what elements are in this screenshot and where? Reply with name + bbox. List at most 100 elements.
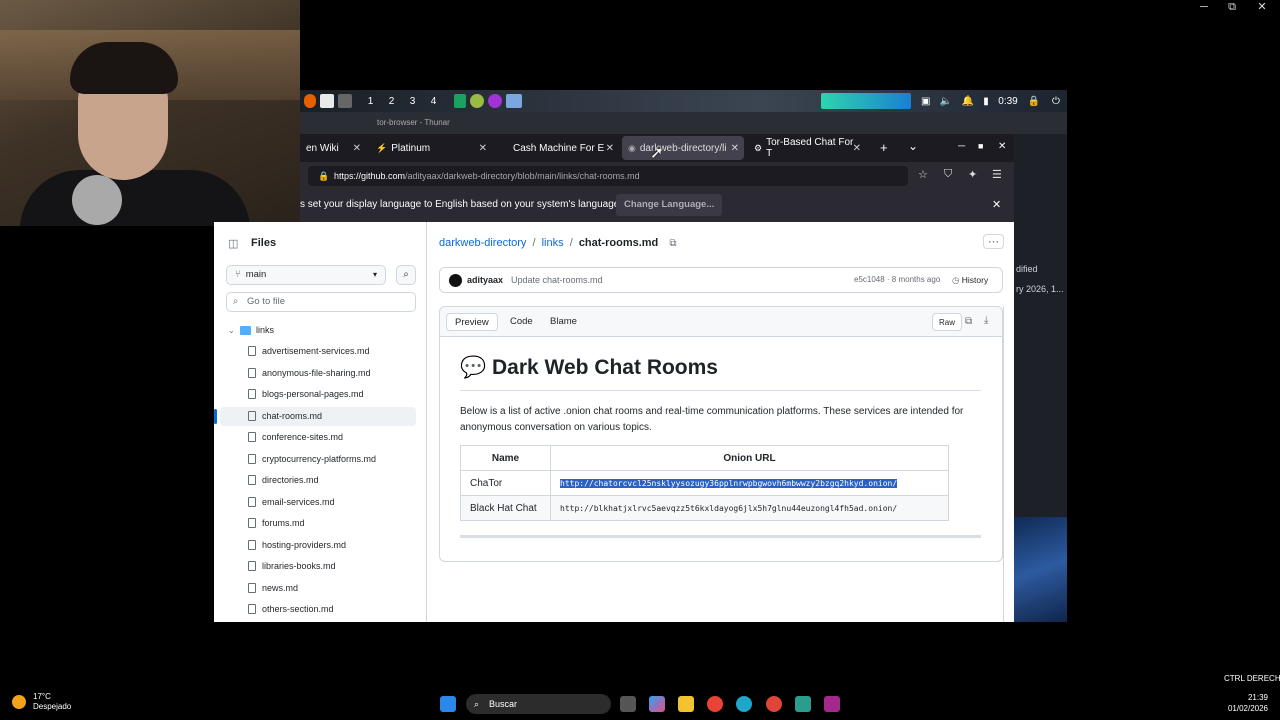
app-icon[interactable]	[795, 696, 811, 712]
bell-icon[interactable]: 🔔	[957, 96, 979, 107]
commit-author[interactable]: adityaax	[467, 268, 503, 292]
copilot-icon[interactable]	[649, 696, 665, 712]
commit-message[interactable]: Update chat-rooms.md	[511, 268, 603, 292]
tab-code[interactable]: Code	[502, 313, 541, 331]
lock-icon[interactable]: 🔒	[1023, 96, 1045, 107]
workspace-3[interactable]: 3	[402, 96, 423, 107]
workspace-4[interactable]: 4	[423, 96, 444, 107]
files-icon[interactable]	[506, 94, 522, 108]
taskbar-search[interactable]: ⌕ Buscar	[466, 694, 611, 714]
close-icon[interactable]: ✕	[731, 143, 739, 154]
tree-file-item[interactable]: forums.md	[220, 514, 416, 533]
chrome-icon[interactable]	[707, 696, 723, 712]
raw-button[interactable]: Raw	[932, 313, 963, 331]
minimize-icon[interactable]: ─	[1190, 0, 1218, 14]
new-tab-button[interactable]: +	[880, 140, 888, 155]
tree-file-item[interactable]: libraries-books.md	[220, 557, 416, 576]
lock-icon: 🔒	[318, 171, 330, 181]
tree-file-item[interactable]: directories.md	[220, 471, 416, 490]
tab-platinum[interactable]: ⚡ Platinum ✕	[368, 136, 492, 160]
terminal-icon[interactable]	[320, 94, 334, 108]
tree-file-item[interactable]: email-services.md	[220, 493, 416, 512]
change-language-button[interactable]: Change Language...	[616, 194, 723, 216]
tree-file-item[interactable]: hosting-providers.md	[220, 536, 416, 555]
tor-browser-icon[interactable]	[488, 94, 502, 108]
close-icon[interactable]: ✕	[998, 141, 1006, 152]
tree-file-item[interactable]: blogs-personal-pages.md	[220, 385, 416, 404]
file-icon	[248, 453, 256, 464]
tab-preview[interactable]: Preview	[446, 313, 498, 331]
close-icon[interactable]: ✕	[853, 143, 861, 154]
cpu-graph	[821, 93, 911, 109]
commit-meta[interactable]: e5c1048 · 8 months ago	[854, 268, 940, 292]
workspace-1[interactable]: 1	[360, 96, 381, 107]
close-icon[interactable]: ✕	[479, 143, 487, 154]
window-icon[interactable]: ▣	[921, 96, 935, 107]
menu-icon[interactable]: ☰	[992, 168, 1002, 181]
bookmark-icon[interactable]: ☆	[918, 168, 928, 181]
minimize-icon[interactable]: ─	[958, 141, 965, 152]
download-icon[interactable]: ⤓	[984, 315, 988, 326]
system-clock[interactable]: 21:39 01/02/2026	[1212, 692, 1268, 714]
app-icon-green[interactable]	[454, 94, 466, 108]
tree-file-item[interactable]: cryptocurrency-platforms.md	[220, 450, 416, 469]
file-name: news.md	[262, 582, 299, 593]
close-icon[interactable]: ✕	[353, 143, 361, 154]
tree-file-item[interactable]: chat-rooms.md	[214, 406, 416, 426]
restore-icon[interactable]: ⧉	[1218, 0, 1246, 14]
maximize-icon[interactable]: ■	[978, 141, 983, 151]
go-to-file-input[interactable]: ⌕ Go to file	[226, 292, 416, 312]
tab-label: Platinum	[391, 142, 431, 154]
tab-list-button[interactable]: ⌄	[908, 139, 918, 153]
tab-wiki[interactable]: en Wiki ✕	[300, 136, 366, 160]
close-icon[interactable]: ✕	[1248, 0, 1276, 14]
search-button[interactable]: ⌕	[396, 265, 416, 285]
sidebar-toggle-icon[interactable]: ◫	[228, 237, 238, 250]
address-bar[interactable]: 🔒 https://github.com/adityaax/darkweb-di…	[308, 166, 908, 186]
close-icon[interactable]: ✕	[606, 143, 614, 154]
workspace-2[interactable]: 2	[381, 96, 402, 107]
onion-url[interactable]: http://blkhatjxlrvc5aevqzz5t6kxldayog6jl…	[560, 504, 897, 513]
folder-links[interactable]: ⌄ links	[220, 321, 416, 340]
close-icon[interactable]: ✕	[992, 190, 1001, 220]
breadcrumb-repo[interactable]: darkweb-directory	[439, 237, 526, 249]
power-icon[interactable]: ⏻	[1045, 96, 1067, 107]
tree-file-item[interactable]: advertisement-services.md	[220, 342, 416, 361]
row-url[interactable]: http://chatorcvcl25nsklyysozugy36pplnrwp…	[550, 470, 949, 496]
task-view-icon[interactable]	[620, 696, 636, 712]
battery-icon[interactable]: ▮	[979, 96, 993, 107]
tree-file-item[interactable]: anonymous-file-sharing.md	[220, 364, 416, 383]
table-row: Black Hat Chat http://blkhatjxlrvc5aevqz…	[460, 495, 949, 521]
history-button[interactable]: ◷ History	[952, 268, 988, 292]
windows-start-icon[interactable]	[440, 696, 456, 712]
search-icon: ⌕	[403, 269, 409, 280]
app-icon-multi[interactable]	[470, 94, 484, 108]
breadcrumb-dir[interactable]: links	[542, 237, 564, 249]
tab-cash-machine[interactable]: Cash Machine For E ✕	[507, 136, 619, 160]
gear-icon: ⚙	[754, 142, 763, 153]
folder-icon[interactable]	[338, 94, 352, 108]
row-url[interactable]: http://blkhatjxlrvc5aevqzz5t6kxldayog6jl…	[550, 495, 949, 521]
edge-icon[interactable]	[736, 696, 752, 712]
branch-icon: ⑂	[235, 269, 241, 280]
more-options-icon[interactable]: ⋯	[983, 234, 1004, 249]
active-app-icon[interactable]	[824, 696, 840, 712]
tab-tor-chat[interactable]: ⚙ Tor-Based Chat For T ✕	[748, 136, 866, 160]
onion-table: Name Onion URL ChaTor http://chatorcvcl2…	[460, 445, 949, 521]
settings-icon[interactable]	[766, 696, 782, 712]
onion-url-highlighted[interactable]: http://chatorcvcl25nsklyysozugy36pplnrwp…	[560, 478, 898, 488]
heading-rule	[460, 390, 981, 391]
shield-icon[interactable]: ⛉	[944, 168, 952, 181]
tor-circuit-icon[interactable]: ✦	[968, 168, 977, 181]
tree-file-item[interactable]: others-section.md	[220, 600, 416, 619]
copy-icon[interactable]: ⧉	[965, 316, 972, 327]
branch-selector[interactable]: ⑂ main ▾	[226, 265, 386, 285]
tree-file-item[interactable]: news.md	[220, 579, 416, 598]
tab-darkweb-directory[interactable]: ◉ darkweb-directory/li ✕	[622, 136, 744, 160]
tab-blame[interactable]: Blame	[542, 313, 585, 331]
copy-path-icon[interactable]: ⧉	[669, 238, 676, 249]
volume-icon[interactable]: 🔈	[935, 96, 957, 107]
firefox-icon[interactable]	[304, 94, 316, 108]
tree-file-item[interactable]: conference-sites.md	[220, 428, 416, 447]
file-explorer-icon[interactable]	[678, 696, 694, 712]
